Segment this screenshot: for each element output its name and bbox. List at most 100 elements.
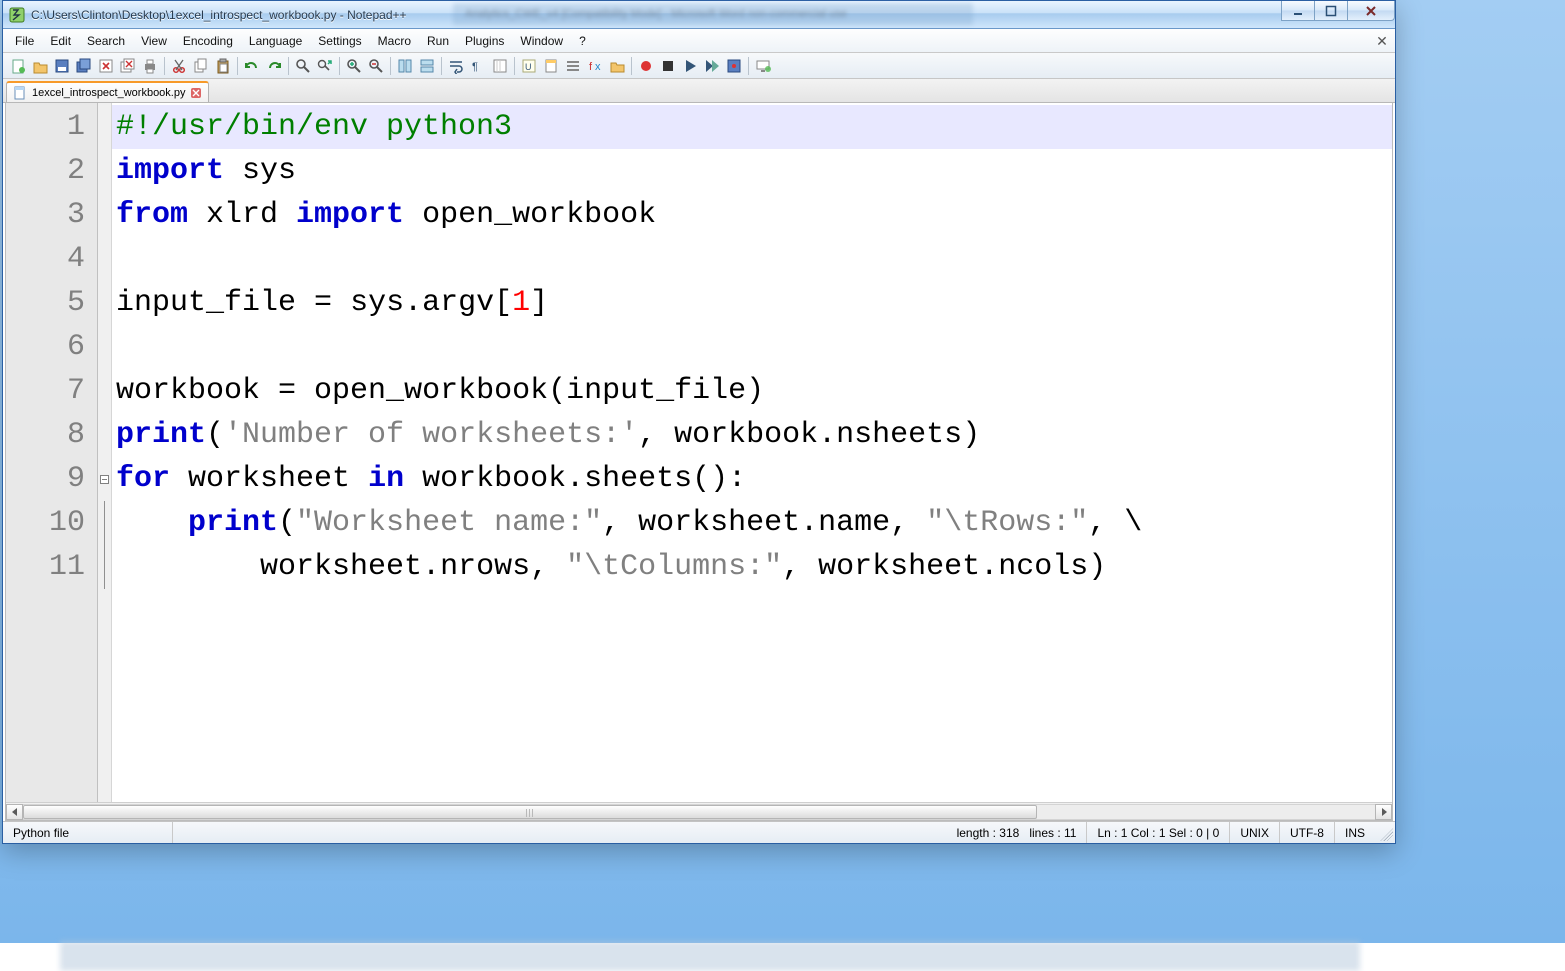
token-op: . — [800, 506, 818, 540]
menu-view[interactable]: View — [133, 29, 175, 52]
toolbar-folder-button[interactable] — [607, 56, 627, 76]
toolbar-stop-button[interactable] — [658, 56, 678, 76]
toolbar-record-button[interactable] — [636, 56, 656, 76]
token-id: sys — [332, 286, 404, 320]
fold-margin — [98, 103, 112, 802]
toolbar-sync-h-button[interactable] — [417, 56, 437, 76]
horizontal-scrollbar[interactable] — [6, 802, 1392, 820]
scroll-thumb[interactable] — [23, 805, 1037, 819]
token-id: nrows — [440, 550, 530, 584]
resize-grip-icon[interactable] — [1377, 825, 1393, 841]
close-button[interactable] — [1347, 1, 1395, 21]
fold-row — [98, 501, 111, 545]
menu-encoding[interactable]: Encoding — [175, 29, 241, 52]
titlebar[interactable]: C:\Users\Clinton\Desktop\1excel_introspe… — [3, 1, 1395, 29]
toolbar-new-button[interactable] — [8, 56, 28, 76]
toolbar-separator — [237, 57, 238, 75]
minimize-button[interactable] — [1281, 1, 1315, 21]
menu-search[interactable]: Search — [79, 29, 133, 52]
toolbar-redo-button[interactable] — [264, 56, 284, 76]
code-line[interactable]: input_file = sys.argv[1] — [112, 281, 1392, 325]
status-encoding: UTF-8 — [1280, 822, 1335, 843]
toolbar-monitor-button[interactable] — [753, 56, 773, 76]
toolbar-close-button[interactable] — [96, 56, 116, 76]
toolbar-lang-ud-button[interactable]: U — [519, 56, 539, 76]
fold-row — [98, 193, 111, 237]
line-number: 5 — [6, 281, 85, 325]
toolbar-undo-button[interactable] — [242, 56, 262, 76]
code-area[interactable]: #!/usr/bin/env python3import sysfrom xlr… — [112, 103, 1392, 802]
token-op: ( — [278, 506, 296, 540]
toolbar-replace-button[interactable] — [315, 56, 335, 76]
token-op: = — [314, 286, 332, 320]
fold-row — [98, 237, 111, 281]
code-line[interactable]: worksheet.nrows, "\tColumns:", worksheet… — [112, 545, 1392, 589]
fold-row — [98, 281, 111, 325]
fold-toggle-icon[interactable] — [100, 475, 109, 484]
background-window-tab-label: Analytics_CWE_v4 [Compatibility Mode] - … — [465, 8, 847, 20]
toolbar-paste-button[interactable] — [213, 56, 233, 76]
document-close-icon[interactable]: ✕ — [1375, 33, 1389, 50]
toolbar-all-chars-button[interactable]: ¶ — [468, 56, 488, 76]
toolbar-zoom-out-button[interactable] — [366, 56, 386, 76]
file-tab[interactable]: 1excel_introspect_workbook.py — [6, 81, 209, 102]
line-number: 11 — [6, 545, 85, 589]
token-op: = — [278, 374, 296, 408]
line-number: 1 — [6, 105, 85, 149]
token-id: \ — [1124, 506, 1142, 540]
toolbar-sync-v-button[interactable] — [395, 56, 415, 76]
status-position: Ln : 1 Col : 1 Sel : 0 | 0 — [1087, 822, 1230, 843]
toolbar-save-button[interactable] — [52, 56, 72, 76]
toolbar-zoom-in-button[interactable] — [344, 56, 364, 76]
toolbar-doc-map-button[interactable] — [541, 56, 561, 76]
scroll-track[interactable] — [23, 804, 1375, 820]
toolbar-print-button[interactable] — [140, 56, 160, 76]
menu-settings[interactable]: Settings — [310, 29, 369, 52]
code-line[interactable]: from xlrd import open_workbook — [112, 193, 1392, 237]
toolbar-close-all-button[interactable] — [118, 56, 138, 76]
code-line[interactable]: print('Number of worksheets:', workbook.… — [112, 413, 1392, 457]
tab-close-icon[interactable] — [190, 87, 202, 99]
toolbar-play-multi-button[interactable] — [702, 56, 722, 76]
menu-edit[interactable]: Edit — [42, 29, 79, 52]
scroll-left-button[interactable] — [6, 804, 23, 820]
menu-language[interactable]: Language — [241, 29, 310, 52]
menu-plugins[interactable]: Plugins — [457, 29, 512, 52]
token-op: . — [404, 286, 422, 320]
toolbar-separator — [441, 57, 442, 75]
code-line[interactable]: #!/usr/bin/env python3 — [112, 105, 1392, 149]
code-line[interactable] — [112, 325, 1392, 369]
svg-text:x: x — [595, 61, 601, 73]
toolbar-save-all-button[interactable] — [74, 56, 94, 76]
toolbar-indent-guide-button[interactable] — [490, 56, 510, 76]
toolbar-doc-list-button[interactable] — [563, 56, 583, 76]
token-num: 1 — [512, 286, 530, 320]
code-line[interactable] — [112, 237, 1392, 281]
scroll-right-button[interactable] — [1375, 804, 1392, 820]
line-number-gutter: 1234567891011 — [6, 103, 98, 802]
code-line[interactable]: workbook = open_workbook(input_file) — [112, 369, 1392, 413]
toolbar-copy-button[interactable] — [191, 56, 211, 76]
menu-[interactable]: ? — [571, 29, 594, 52]
menu-file[interactable]: File — [7, 29, 42, 52]
token-id: sheets — [584, 462, 692, 496]
toolbar-func-list-button[interactable]: fx — [585, 56, 605, 76]
menubar: FileEditSearchViewEncodingLanguageSettin… — [3, 29, 1395, 53]
toolbar-play-button[interactable] — [680, 56, 700, 76]
line-number: 6 — [6, 325, 85, 369]
menu-window[interactable]: Window — [512, 29, 571, 52]
toolbar-find-button[interactable] — [293, 56, 313, 76]
editor[interactable]: 1234567891011 #!/usr/bin/env python3impo… — [6, 103, 1392, 802]
menu-macro[interactable]: Macro — [370, 29, 419, 52]
toolbar-cut-button[interactable] — [169, 56, 189, 76]
toolbar-save-macro-button[interactable] — [724, 56, 744, 76]
token-id: sys — [224, 154, 296, 188]
maximize-button[interactable] — [1314, 1, 1348, 21]
code-line[interactable]: print("Worksheet name:", worksheet.name,… — [112, 501, 1392, 545]
menu-run[interactable]: Run — [419, 29, 457, 52]
toolbar-open-button[interactable] — [30, 56, 50, 76]
toolbar-wrap-button[interactable] — [446, 56, 466, 76]
code-line[interactable]: for worksheet in workbook.sheets(): — [112, 457, 1392, 501]
token-id: open_workbook — [296, 374, 548, 408]
code-line[interactable]: import sys — [112, 149, 1392, 193]
